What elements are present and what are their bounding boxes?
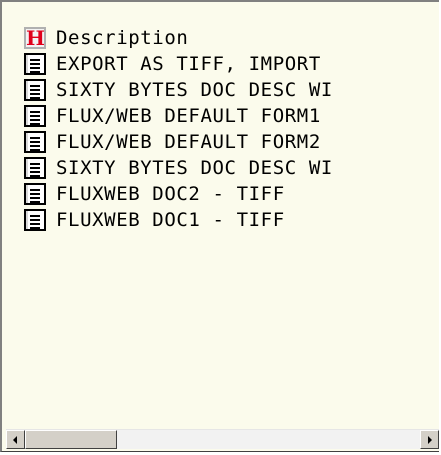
document-list: H Description EXPORT AS TIFF, IMPORT SIX… bbox=[24, 25, 439, 233]
document-icon bbox=[24, 79, 46, 101]
horizontal-scrollbar[interactable] bbox=[6, 429, 439, 449]
list-item-label: FLUXWEB DOC2 - TIFF bbox=[56, 183, 285, 205]
list-item[interactable]: FLUX/WEB DEFAULT FORM2 bbox=[24, 129, 439, 155]
h-icon: H bbox=[24, 26, 46, 50]
document-icon bbox=[24, 183, 46, 205]
list-item[interactable]: FLUX/WEB DEFAULT FORM1 bbox=[24, 103, 439, 129]
list-header[interactable]: H Description bbox=[24, 25, 439, 51]
arrow-right-icon bbox=[428, 436, 432, 444]
scrollbar-thumb[interactable] bbox=[25, 430, 117, 449]
list-item-label: EXPORT AS TIFF, IMPORT bbox=[56, 53, 321, 75]
list-item[interactable]: SIXTY BYTES DOC DESC WI bbox=[24, 155, 439, 181]
list-item-label: FLUXWEB DOC1 - TIFF bbox=[56, 209, 285, 231]
column-header-description: Description bbox=[56, 27, 189, 49]
list-item-label: FLUX/WEB DEFAULT FORM1 bbox=[56, 105, 321, 127]
list-item[interactable]: FLUXWEB DOC1 - TIFF bbox=[24, 207, 439, 233]
scroll-right-button[interactable] bbox=[420, 430, 439, 449]
list-item[interactable]: SIXTY BYTES DOC DESC WI bbox=[24, 77, 439, 103]
arrow-left-icon bbox=[13, 436, 17, 444]
document-icon bbox=[24, 157, 46, 179]
list-item-label: FLUX/WEB DEFAULT FORM2 bbox=[56, 131, 321, 153]
list-item-label: SIXTY BYTES DOC DESC WI bbox=[56, 79, 333, 101]
list-item[interactable]: FLUXWEB DOC2 - TIFF bbox=[24, 181, 439, 207]
list-item[interactable]: EXPORT AS TIFF, IMPORT bbox=[24, 51, 439, 77]
document-list-panel: H Description EXPORT AS TIFF, IMPORT SIX… bbox=[0, 0, 439, 452]
document-icon bbox=[24, 131, 46, 153]
list-item-label: SIXTY BYTES DOC DESC WI bbox=[56, 157, 333, 179]
document-icon bbox=[24, 209, 46, 231]
document-icon bbox=[24, 105, 46, 127]
document-icon bbox=[24, 53, 46, 75]
scroll-left-button[interactable] bbox=[6, 430, 25, 449]
